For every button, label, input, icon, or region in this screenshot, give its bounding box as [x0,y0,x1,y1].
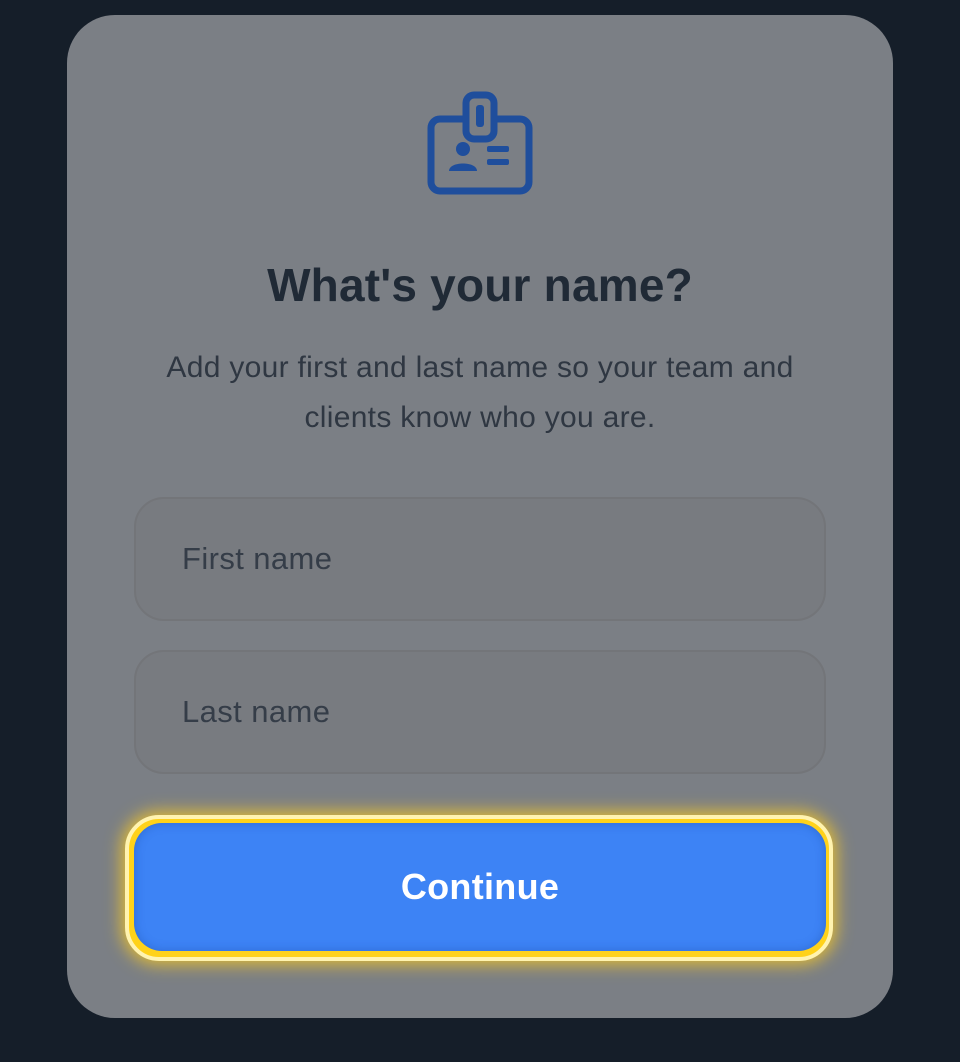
last-name-field[interactable] [134,650,826,774]
name-dialog-card: What's your name? Add your first and las… [67,15,893,1018]
last-name-input[interactable] [136,652,824,772]
continue-button[interactable]: Continue [134,823,826,951]
first-name-input[interactable] [136,499,824,619]
page-title: What's your name? [267,259,693,311]
first-name-field[interactable] [134,497,826,621]
page-subtitle: Add your first and last name so your tea… [166,351,794,434]
id-badge-icon [427,91,533,197]
